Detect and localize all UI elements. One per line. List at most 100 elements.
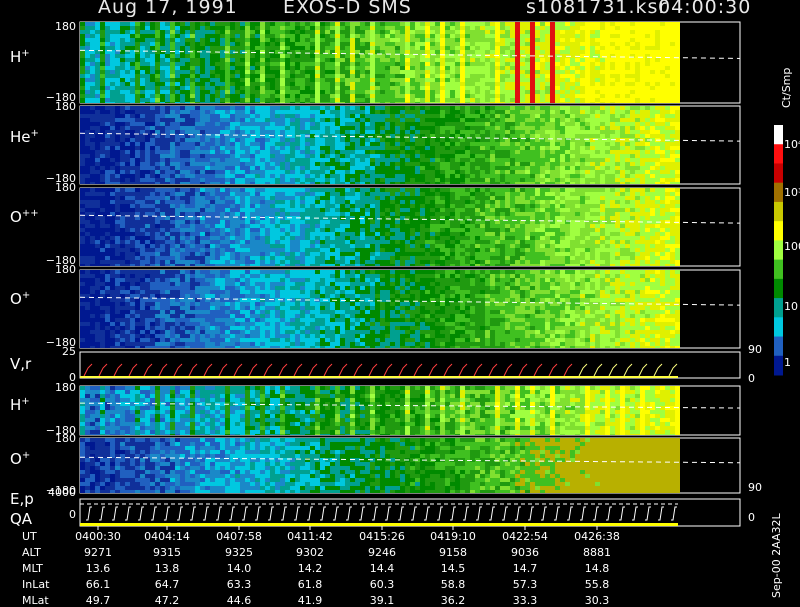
- heatmap-cell: [190, 82, 195, 86]
- heatmap-cell: [95, 174, 100, 178]
- heatmap-cell: [660, 158, 665, 162]
- heatmap-cell: [85, 66, 90, 70]
- heatmap-cell: [235, 46, 240, 50]
- heatmap-cell: [405, 34, 410, 38]
- heatmap-cell: [310, 106, 315, 110]
- heatmap-cell: [510, 22, 515, 26]
- heatmap-cell: [330, 110, 335, 114]
- heatmap-cell: [600, 150, 605, 154]
- heatmap-cell: [105, 166, 110, 170]
- heatmap-cell: [625, 126, 630, 130]
- heatmap-cell: [155, 74, 160, 78]
- heatmap-cell: [185, 130, 190, 134]
- heatmap-cell: [80, 70, 85, 74]
- heatmap-cell: [245, 58, 250, 62]
- heatmap-cell: [615, 62, 620, 66]
- heatmap-cell: [515, 150, 520, 154]
- heatmap-cell: [165, 182, 170, 184]
- heatmap-cell: [475, 182, 480, 184]
- heatmap-cell: [220, 154, 225, 158]
- heatmap-cell: [310, 170, 315, 174]
- heatmap-cell: [410, 22, 415, 26]
- heatmap-cell: [520, 122, 525, 126]
- heatmap-cell: [155, 142, 160, 146]
- heatmap-cell: [290, 70, 295, 74]
- heatmap-cell: [170, 130, 175, 134]
- heatmap-cell: [195, 106, 200, 110]
- heatmap-cell: [270, 26, 275, 30]
- heatmap-cell: [545, 46, 550, 50]
- heatmap-cell: [370, 54, 375, 58]
- heatmap-cell: [565, 102, 570, 103]
- heatmap-cell: [480, 58, 485, 62]
- heatmap-cell: [170, 34, 175, 38]
- heatmap-cell: [635, 150, 640, 154]
- heatmap-cell: [250, 106, 255, 110]
- heatmap-cell: [130, 58, 135, 62]
- heatmap-cell: [155, 94, 160, 98]
- heatmap-cell: [180, 178, 185, 182]
- heatmap-cell: [395, 130, 400, 134]
- heatmap-cell: [610, 98, 615, 102]
- heatmap-cell: [670, 46, 675, 50]
- heatmap-cell: [470, 54, 475, 58]
- heatmap-cell: [215, 66, 220, 70]
- heatmap-cell: [95, 196, 100, 200]
- heatmap-cell: [600, 114, 605, 118]
- heatmap-cell: [420, 106, 425, 110]
- heatmap-cell: [665, 158, 670, 162]
- heatmap-cell: [285, 102, 290, 103]
- heatmap-cell: [135, 42, 140, 46]
- heatmap-cell: [630, 142, 635, 146]
- heatmap-cell: [295, 58, 300, 62]
- heatmap-cell: [380, 170, 385, 174]
- heatmap-cell: [400, 174, 405, 178]
- heatmap-cell: [615, 158, 620, 162]
- heatmap-cell: [200, 174, 205, 178]
- heatmap-cell: [250, 58, 255, 62]
- heatmap-cell: [160, 26, 165, 30]
- heatmap-cell: [605, 174, 610, 178]
- heatmap-cell: [295, 122, 300, 126]
- heatmap-cell: [495, 42, 500, 46]
- heatmap-cell: [450, 74, 455, 78]
- heatmap-cell: [135, 146, 140, 150]
- heatmap-cell: [305, 42, 310, 46]
- heatmap-cell: [380, 126, 385, 130]
- heatmap-cell: [340, 102, 345, 103]
- heatmap-cell: [570, 34, 575, 38]
- heatmap-cell: [445, 138, 450, 142]
- heatmap-cell: [445, 170, 450, 174]
- heatmap-cell: [420, 30, 425, 34]
- heatmap-cell: [180, 74, 185, 78]
- heatmap-cell: [370, 78, 375, 82]
- heatmap-cell: [415, 50, 420, 54]
- heatmap-cell: [460, 114, 465, 118]
- heatmap-cell: [115, 74, 120, 78]
- heatmap-cell: [240, 34, 245, 38]
- heatmap-cell: [430, 114, 435, 118]
- heatmap-cell: [295, 138, 300, 142]
- heatmap-cell: [335, 42, 340, 46]
- heatmap-cell: [235, 86, 240, 90]
- heatmap-cell: [530, 46, 535, 50]
- heatmap-cell: [400, 142, 405, 146]
- heatmap-cell: [590, 182, 595, 184]
- heatmap-cell: [655, 158, 660, 162]
- heatmap-cell: [660, 66, 665, 70]
- heatmap-cell: [660, 78, 665, 82]
- heatmap-cell: [210, 70, 215, 74]
- heatmap-cell: [95, 200, 100, 204]
- heatmap-cell: [470, 110, 475, 114]
- heatmap-cell: [560, 134, 565, 138]
- heatmap-cell: [280, 130, 285, 134]
- heatmap-cell: [635, 174, 640, 178]
- heatmap-cell: [350, 154, 355, 158]
- heatmap-cell: [130, 42, 135, 46]
- heatmap-cell: [550, 50, 555, 54]
- heatmap-cell: [420, 98, 425, 102]
- heatmap-cell: [290, 30, 295, 34]
- heatmap-cell: [585, 126, 590, 130]
- heatmap-cell: [380, 178, 385, 182]
- heatmap-cell: [560, 46, 565, 50]
